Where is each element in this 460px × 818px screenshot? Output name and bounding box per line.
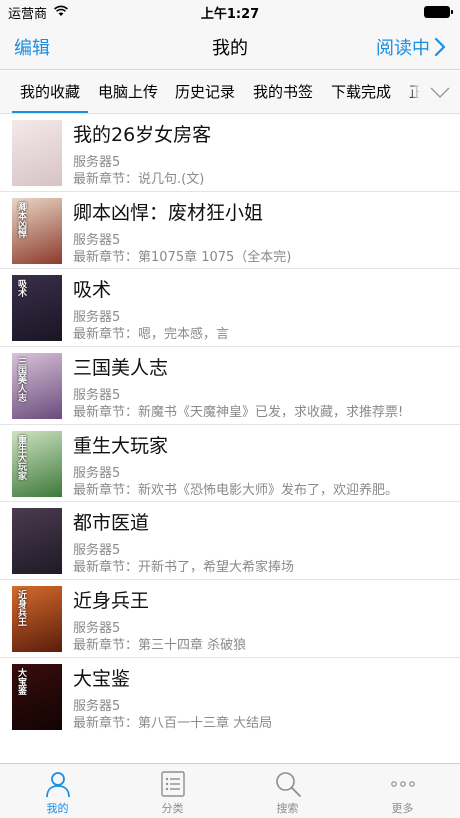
cover-title: 吸术 [16, 279, 26, 298]
book-row[interactable]: 大宝鉴 大宝鉴 服务器5 最新章节：第八百一十三章 大结局 [0, 658, 460, 736]
search-icon [276, 772, 301, 797]
book-latest-chapter: 最新章节：新魔书《天魔神皇》已发，求收藏，求推荐票! [73, 405, 404, 421]
book-row[interactable]: 卿本凶悍 卿本凶悍：废材狂小姐 服务器5 最新章节：第1075章 1075（全本… [0, 192, 460, 270]
book-latest-chapter: 最新章节：开新书了，希望大希家捧场 [73, 560, 295, 576]
book-cover: 三国美人志 [12, 353, 62, 420]
reading-button-label: 阅读中 [376, 38, 430, 59]
chevron-right-icon [434, 37, 446, 57]
tab-expand-button[interactable] [408, 71, 460, 113]
tabbar-item-search[interactable]: 搜索 [230, 764, 345, 818]
book-latest-chapter: 最新章节：说几句.(文) [73, 172, 205, 187]
book-title: 大宝鉴 [73, 667, 131, 690]
navigation-bar: 编辑 我的 阅读中 [0, 24, 460, 70]
book-latest-chapter: 最新章节：第八百一十三章 大结局 [73, 715, 273, 731]
tab-history[interactable]: 历史记录 [175, 71, 235, 113]
book-row[interactable]: 我的26岁女房客 服务器5 最新章节：说几句.(文) [0, 114, 460, 192]
cover-title: 近身兵王 [16, 590, 26, 627]
book-cover: 近身兵王 [12, 586, 62, 653]
book-title: 重生大玩家 [73, 434, 169, 457]
tabbar-item-mine[interactable]: 我的 [0, 764, 115, 818]
edit-button[interactable]: 编辑 [14, 34, 50, 60]
tabbar-label: 更多 [391, 802, 414, 815]
tabbar-label: 我的 [46, 802, 69, 815]
book-latest-chapter: 最新章节：嗯，完本感，言 [73, 327, 230, 343]
cover-title: 三国美人志 [16, 357, 26, 403]
tabbar-item-category[interactable]: 分类 [115, 764, 230, 818]
chevron-down-icon [430, 87, 450, 98]
book-cover: 吸术 [12, 275, 62, 342]
cover-title: 卿本凶悍 [16, 201, 26, 238]
book-cover: 大宝鉴 [12, 663, 62, 730]
book-list: 我的26岁女房客 服务器5 最新章节：说几句.(文) 卿本凶悍 卿本凶悍：废材狂… [0, 114, 460, 736]
battery-icon [424, 6, 453, 18]
tab-downloaded[interactable]: 下载完成 [331, 71, 391, 113]
tab-favorites[interactable]: 我的收藏 [11, 71, 89, 113]
book-title: 卿本凶悍：废材狂小姐 [73, 201, 264, 224]
book-row[interactable]: 三国美人志 三国美人志 服务器5 最新章节：新魔书《天魔神皇》已发，求收藏，求推… [0, 347, 460, 425]
book-title: 都市医道 [73, 512, 150, 535]
bottom-tab-bar: 我的 分类 搜索 更多 [0, 763, 460, 818]
person-icon [46, 772, 70, 798]
list-icon [161, 771, 185, 797]
book-title: 吸术 [73, 279, 112, 302]
book-row[interactable]: 吸术 吸术 服务器5 最新章节：嗯，完本感，言 [0, 269, 460, 348]
book-row[interactable]: 重生大玩家 重生大玩家 服务器5 最新章节：新欢书《恐怖电影大师》发布了，欢迎养… [0, 425, 460, 503]
more-icon [391, 781, 415, 787]
book-title: 三国美人志 [73, 357, 169, 380]
book-cover: 卿本凶悍 [12, 197, 62, 264]
category-tab-strip: 我的收藏 电脑上传 历史记录 我的书签 下载完成 正 [0, 71, 460, 114]
status-bar: 运营商 上午1:27 [0, 0, 460, 24]
book-latest-chapter: 最新章节：新欢书《恐怖电影大师》发布了，欢迎养肥。 [73, 482, 399, 498]
book-latest-chapter: 最新章节：第三十四章 杀破狼 [73, 638, 247, 654]
clock: 上午1:27 [200, 7, 260, 22]
book-title: 我的26岁女房客 [73, 124, 212, 146]
book-row[interactable]: 都市医道 服务器5 最新章节：开新书了，希望大希家捧场 [0, 502, 460, 581]
tab-bookmarks[interactable]: 我的书签 [253, 71, 313, 113]
tabbar-label: 分类 [161, 802, 184, 815]
book-row[interactable]: 近身兵王 近身兵王 服务器5 最新章节：第三十四章 杀破狼 [0, 580, 460, 658]
book-cover [12, 508, 62, 575]
tab-pc-upload[interactable]: 电脑上传 [98, 71, 158, 113]
book-cover: 重生大玩家 [12, 430, 62, 497]
cover-title: 重生大玩家 [16, 434, 26, 480]
book-cover [12, 120, 62, 186]
reading-button[interactable]: 阅读中 [376, 34, 446, 60]
book-title: 近身兵王 [73, 590, 150, 613]
book-latest-chapter: 最新章节：第1075章 1075（全本完) [73, 249, 292, 265]
tabbar-item-more[interactable]: 更多 [345, 764, 460, 818]
tabbar-label: 搜索 [276, 802, 299, 815]
cover-title: 大宝鉴 [16, 667, 26, 695]
